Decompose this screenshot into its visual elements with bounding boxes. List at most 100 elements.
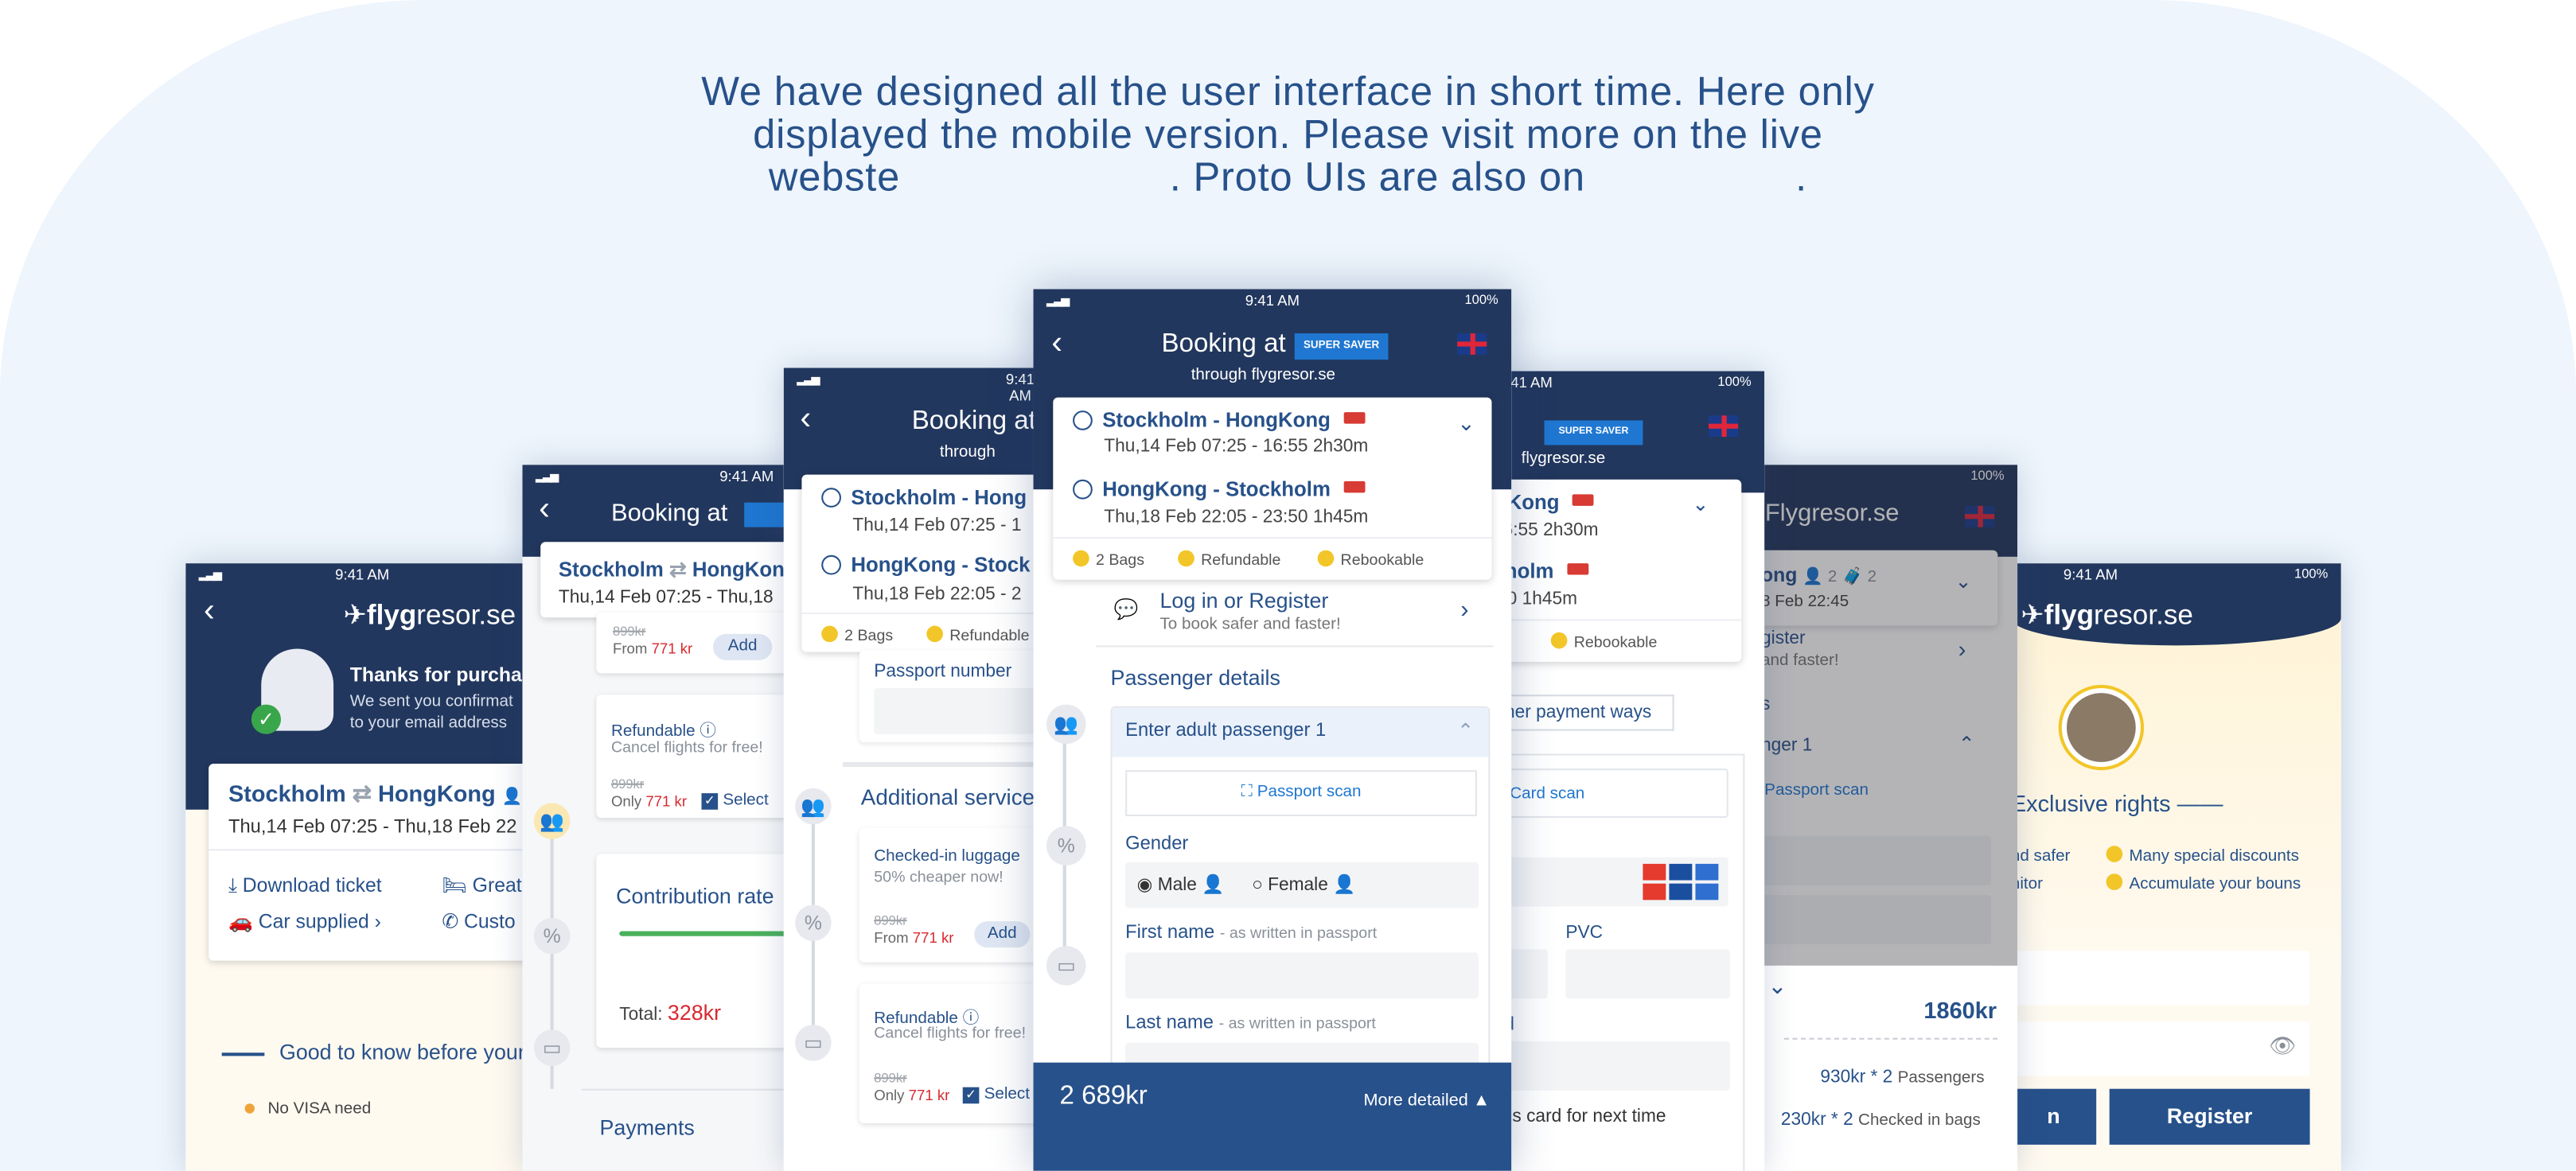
card-scan-label: Card scan — [1510, 784, 1585, 803]
refundable-feature: Refundable — [926, 625, 1030, 645]
back-icon[interactable]: ‹ — [204, 593, 215, 630]
download-label: Download ticket — [242, 873, 382, 897]
login-row[interactable]: 💬 Log in or Register To book safer and f… — [1095, 582, 1494, 648]
female-radio[interactable]: ○ Female 👤 — [1252, 873, 1355, 895]
bags-label: 2 Bags — [844, 627, 894, 646]
bags-row: 230kr * 2 Checked in bags — [1781, 1111, 1981, 1130]
car-label: Car supplied — [258, 909, 369, 933]
first-name-hint: - as written in passport — [1219, 924, 1378, 943]
login-title: Log in or Register — [1159, 588, 1329, 613]
save-card-checkbox[interactable]: his card for next time — [1498, 1107, 1666, 1126]
perk-bonus: Accumulate your bouns — [2106, 873, 2301, 893]
divider — [581, 1088, 802, 1091]
inbound-title: ckholm — [1498, 560, 1588, 583]
battery-level: 100% — [2294, 566, 2329, 582]
add-button[interactable]: Add — [974, 921, 1031, 948]
select-checkbox[interactable]: ✓ Select — [962, 1086, 1030, 1104]
back-icon[interactable]: ‹ — [800, 401, 811, 438]
select-checkbox[interactable]: ✓ Select — [701, 792, 769, 810]
payments-title: Payments — [599, 1115, 695, 1140]
trip-card: Stockholm ⇄ HongKong 👤 Thu,14 Feb 07:25 … — [208, 763, 540, 961]
contribution-slider[interactable] — [619, 931, 801, 936]
bags-feature: 2 Bags — [821, 625, 894, 646]
bullet-icon — [244, 1103, 255, 1114]
visa-label: No VISA need — [267, 1100, 372, 1118]
status-bar: ▂▃▅ 9:41 AM — [784, 368, 1046, 404]
logo-bold: flyg — [2044, 599, 2095, 631]
phone-icon: ✆ — [442, 909, 464, 933]
battery-level: 100% — [1717, 374, 1752, 390]
pvc-input[interactable] — [1565, 949, 1730, 999]
old-price: 899kr — [874, 1070, 907, 1086]
passport-label: Passport number — [874, 661, 1012, 682]
email-input[interactable] — [2010, 951, 2310, 1006]
mastercard-icon — [1643, 883, 1666, 901]
hotel-button[interactable]: 🛏 Great — [442, 873, 521, 897]
amex-icon — [1695, 863, 1719, 881]
phone-summary: 100% t Flygresor.se ong 👤 2 🧳 2 8 Feb 22… — [1751, 465, 2018, 1171]
back-icon[interactable]: ‹ — [539, 491, 550, 528]
password-input[interactable] — [2010, 1021, 2310, 1076]
first-name-input[interactable] — [1125, 952, 1479, 999]
check-icon — [1317, 550, 1335, 567]
chevron-down-icon[interactable]: ⌄ — [1457, 410, 1475, 437]
info-icon[interactable]: ⓘ — [700, 722, 716, 741]
chevron-up-icon[interactable]: ⌃ — [1457, 719, 1474, 742]
car-supplied-button[interactable]: 🚗 Car supplied › — [228, 910, 381, 933]
first-name-text: First name — [1125, 923, 1215, 943]
visa-icon — [1669, 863, 1693, 881]
chevron-down-icon[interactable]: ⌄ — [1767, 972, 1787, 1000]
chevron-right-icon[interactable]: › — [1460, 596, 1468, 624]
rebookable-label: Rebookable — [1573, 633, 1658, 652]
total-price: 1860kr — [1923, 997, 1997, 1024]
gender-label: Gender — [1125, 834, 1189, 854]
passenger-accordion[interactable]: Enter adult passenger 1 ⌃ — [1112, 707, 1489, 757]
inbound-title: HongKong - Stockholm — [1073, 478, 1366, 501]
cheaper-text: 50% cheaper now! — [874, 869, 1004, 887]
total-label: Total: — [619, 1005, 663, 1025]
register-button[interactable]: Register — [2109, 1088, 2310, 1145]
old-price: 899kr — [874, 912, 907, 928]
passport-scan-button[interactable]: ⛶ Passport scan — [1125, 770, 1477, 817]
exclusive-title: Exclusive rights —— — [2011, 790, 2223, 816]
male-radio[interactable]: ◉ Male 👤 — [1137, 873, 1225, 895]
intro-line-3-b: . Proto UIs are also on — [1169, 156, 1585, 200]
logo-bold: flyg — [366, 599, 417, 631]
customer-service-button[interactable]: ✆ Custo — [442, 910, 515, 933]
add-button[interactable]: Add — [712, 633, 773, 660]
login-subtitle: To book safer and faster! — [1159, 616, 1341, 634]
divider — [1053, 537, 1492, 539]
more-detailed-button[interactable]: More detailed ▲ — [1363, 1091, 1490, 1111]
scan-label: Passport scan — [1257, 783, 1362, 802]
login-button[interactable]: n — [2010, 1088, 2097, 1145]
car-icon: 🚗 — [228, 909, 259, 933]
back-icon[interactable]: ‹ — [1051, 325, 1062, 363]
chevron-down-icon[interactable]: ⌄ — [1692, 492, 1709, 515]
check-icon — [1550, 632, 1568, 649]
eye-icon[interactable]: 👁 — [2269, 1033, 2296, 1060]
mastercard-icon — [1643, 863, 1666, 881]
status-bar: ▂▃▅ 9:41 AM — [185, 563, 539, 586]
radio-checked-icon: ◉ — [1136, 875, 1158, 896]
flights-card: ngKong - 16:55 2h30m ⌄ ckholm 3:50 1h45m… — [1498, 479, 1742, 662]
cardholder-input[interactable] — [1498, 1041, 1730, 1091]
uk-flag-icon[interactable] — [1708, 415, 1739, 438]
total-row: Total: 328kr — [619, 1000, 721, 1025]
through-label: through — [939, 443, 996, 462]
phone-register: 9:41 AM 100% ✈flygresor.se Exclusive righ… — [2010, 563, 2341, 1171]
male-icon: 👤 — [1202, 875, 1225, 896]
checkbox-icon: ✓ — [962, 1087, 980, 1104]
gender-field: ◉ Male 👤 ○ Female 👤 — [1125, 862, 1479, 908]
download-ticket-button[interactable]: ⤓ Download ticket — [228, 873, 382, 898]
bags-feature: 2 Bags — [1073, 550, 1144, 570]
card-scan-button[interactable]: Card scan — [1498, 768, 1728, 819]
passport-number-input[interactable] — [874, 687, 1047, 734]
card-brands-icon — [1643, 863, 1721, 901]
check-icon — [2106, 846, 2123, 862]
phone-extras: ▂▃▅ 9:41 AM ‹ Booking at Stockholm ⇄ Hong… — [522, 465, 802, 1171]
price-value: 771 kr — [645, 793, 688, 810]
uk-flag-icon[interactable] — [1457, 333, 1487, 355]
divider — [843, 761, 1047, 768]
outbound-times: Thu,14 Feb 07:25 - 1 — [852, 515, 1022, 535]
other-payment-button[interactable]: her payment ways — [1498, 694, 1674, 731]
